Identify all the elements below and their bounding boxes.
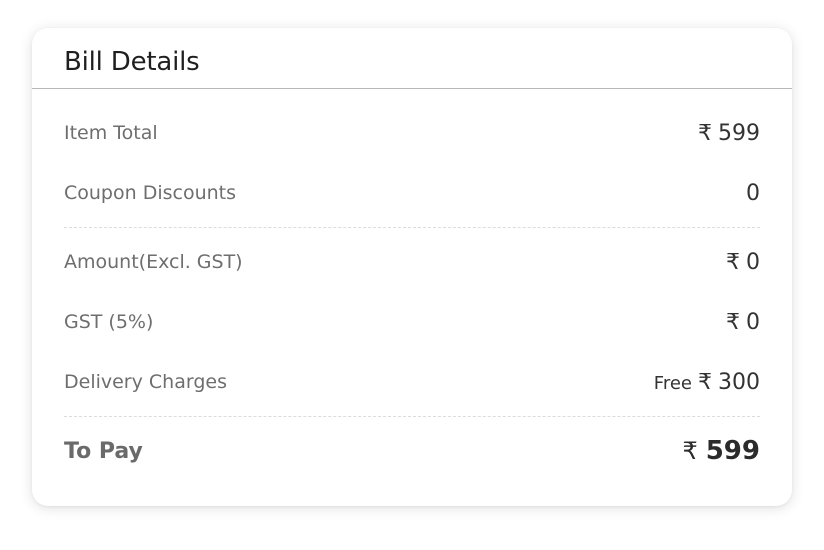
item-total-label: Item Total [64, 122, 158, 144]
bill-details-card: Bill Details Item Total ₹ 599 Coupon Dis… [32, 28, 792, 506]
to-pay-row: To Pay ₹ 599 [64, 417, 760, 485]
coupon-discounts-row: Coupon Discounts 0 [64, 163, 760, 223]
bill-details-body: Item Total ₹ 599 Coupon Discounts 0 Amou… [32, 89, 792, 485]
delivery-charges-row: Delivery Charges Free ₹ 300 [64, 352, 760, 412]
rupee-icon: ₹ [726, 249, 740, 275]
to-pay-value: ₹ 599 [682, 436, 760, 466]
subtotal-section: Item Total ₹ 599 Coupon Discounts 0 [64, 89, 760, 227]
coupon-discounts-amount: 0 [746, 180, 760, 206]
amount-excl-gst-amount: 0 [746, 249, 760, 275]
amount-excl-gst-label: Amount(Excl. GST) [64, 251, 243, 273]
amount-excl-gst-value: ₹ 0 [726, 250, 760, 275]
coupon-discounts-value: 0 [746, 181, 760, 206]
item-total-amount: 599 [718, 120, 760, 146]
gst-amount: 0 [746, 309, 760, 335]
gst-value: ₹ 0 [726, 310, 760, 335]
rupee-icon: ₹ [682, 437, 698, 465]
rupee-icon: ₹ [698, 369, 712, 395]
item-total-row: Item Total ₹ 599 [64, 103, 760, 163]
delivery-charges-amount: 300 [718, 369, 760, 395]
rupee-icon: ₹ [698, 120, 712, 146]
delivery-charges-value: Free ₹ 300 [654, 370, 760, 395]
free-delivery-tag: Free [653, 372, 692, 394]
gst-row: GST (5%) ₹ 0 [64, 292, 760, 352]
item-total-value: ₹ 599 [698, 121, 760, 146]
to-pay-label: To Pay [64, 438, 143, 464]
tax-section: Amount(Excl. GST) ₹ 0 GST (5%) ₹ 0 Deliv… [64, 228, 760, 416]
bill-details-title: Bill Details [64, 47, 200, 77]
amount-excl-gst-row: Amount(Excl. GST) ₹ 0 [64, 232, 760, 292]
to-pay-amount: 599 [705, 436, 760, 466]
delivery-charges-label: Delivery Charges [64, 371, 227, 393]
rupee-icon: ₹ [726, 309, 740, 335]
coupon-discounts-label: Coupon Discounts [64, 182, 237, 204]
bill-details-header: Bill Details [32, 28, 792, 89]
gst-label: GST (5%) [64, 311, 154, 333]
